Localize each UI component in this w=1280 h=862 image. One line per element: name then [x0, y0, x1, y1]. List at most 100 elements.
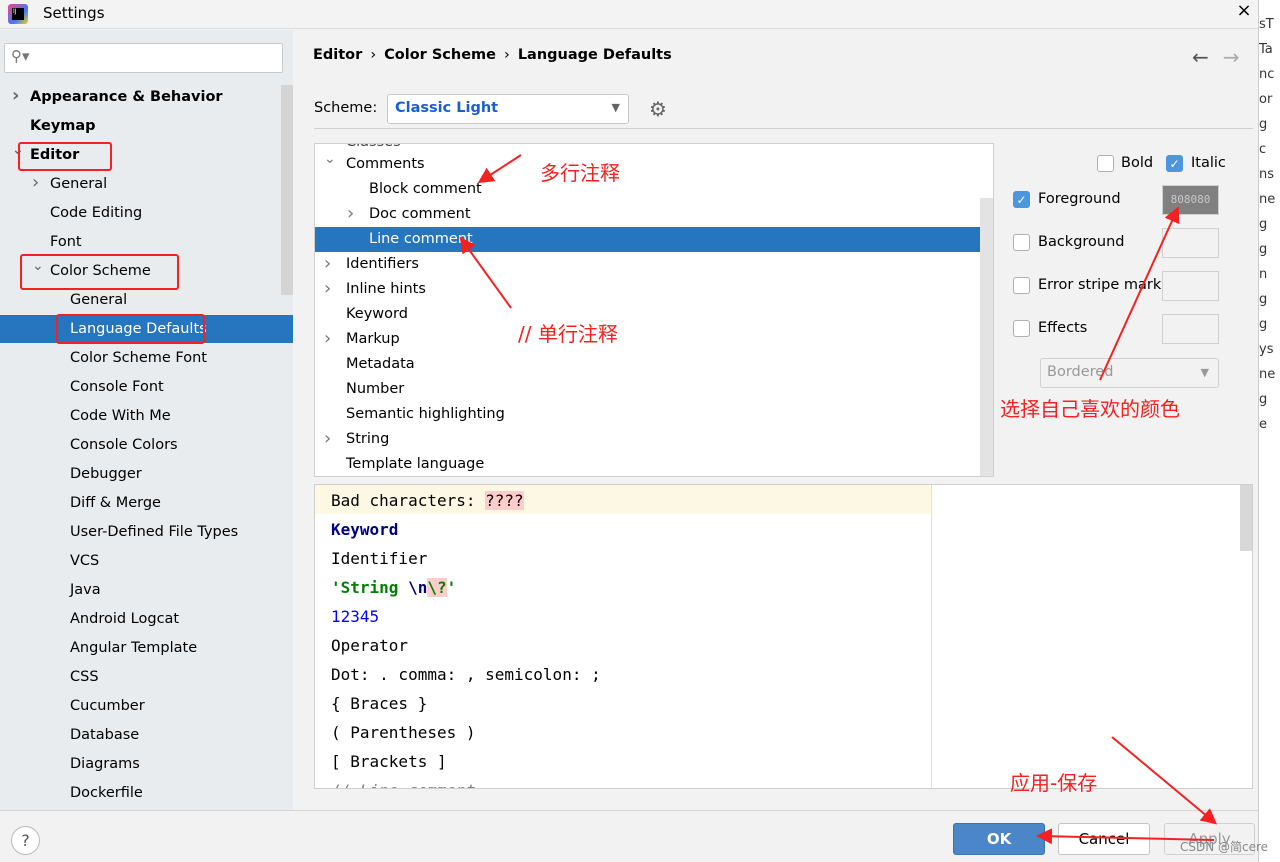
help-button[interactable]: ? — [11, 826, 40, 855]
sidebar-item-label: User-Defined File Types — [70, 524, 239, 540]
sidebar-item[interactable]: VCS — [0, 547, 293, 575]
chevron-right-icon[interactable]: › — [32, 169, 39, 197]
chevron-right-icon[interactable]: › — [324, 426, 331, 451]
sidebar-item[interactable]: Diff & Merge — [0, 489, 293, 517]
sidebar-item[interactable]: Database — [0, 721, 293, 749]
sidebar-item-label: Console Font — [70, 379, 164, 395]
tree-item[interactable]: Semantic highlighting — [315, 402, 980, 427]
tree-item[interactable]: › Inline hints — [315, 277, 980, 302]
tree-item[interactable]: ⌄ Comments — [315, 151, 980, 177]
tree-item[interactable]: › Markup — [315, 327, 980, 352]
effect-type-dropdown[interactable]: Bordered ▼ — [1040, 358, 1219, 388]
tree-item[interactable]: Number — [315, 377, 980, 402]
sidebar-item[interactable]: › General — [0, 170, 293, 198]
tree-item[interactable]: › String — [315, 427, 980, 452]
sidebar-item-label: Android Logcat — [70, 611, 180, 627]
forward-arrow-icon[interactable]: → — [1223, 45, 1240, 69]
string-text: 'String — [331, 578, 409, 597]
cancel-button[interactable]: Cancel — [1058, 823, 1150, 855]
sidebar-item[interactable]: Keymap — [0, 112, 293, 140]
preview-line-parentheses: ( Parentheses ) — [331, 723, 476, 742]
chevron-right-icon[interactable]: › — [12, 82, 19, 110]
close-icon[interactable]: × — [1232, 0, 1256, 21]
sidebar-item[interactable]: General — [0, 286, 293, 314]
divider — [314, 128, 1253, 129]
chevron-down-icon[interactable]: ⌄ — [12, 136, 24, 164]
sidebar-item[interactable]: User-Defined File Types — [0, 518, 293, 546]
error-stripe-label: Error stripe mark — [1038, 277, 1162, 293]
sidebar-item[interactable]: ⌄ Editor — [0, 141, 293, 169]
sidebar-item-label: Appearance & Behavior — [30, 89, 223, 105]
back-arrow-icon[interactable]: ← — [1192, 45, 1209, 69]
foreground-checkbox[interactable]: ✓ — [1013, 191, 1030, 208]
chevron-down-icon[interactable]: ⌄ — [32, 252, 44, 280]
preview-line-brackets: [ Brackets ] — [331, 752, 447, 771]
settings-sidebar: ⚲▾ › Appearance & Behavior Keymap ⌄ Editor › G… — [0, 30, 293, 810]
tree-item[interactable]: Block comment — [315, 177, 980, 202]
sidebar-item-label: Color Scheme Font — [70, 350, 207, 366]
sidebar-item[interactable]: Cucumber — [0, 692, 293, 720]
sidebar-item[interactable]: Language Defaults — [0, 315, 293, 343]
background-checkbox[interactable] — [1013, 234, 1030, 251]
sidebar-item[interactable]: Console Colors — [0, 431, 293, 459]
chevron-right-icon[interactable]: › — [324, 251, 331, 276]
gear-icon[interactable]: ⚙ — [649, 97, 667, 121]
foreground-color-swatch[interactable]: 808080 — [1162, 185, 1219, 215]
italic-label: Italic — [1191, 155, 1226, 171]
tree-item[interactable]: Line comment — [315, 227, 980, 252]
intellij-logo-icon: IJ — [8, 4, 28, 24]
sidebar-item[interactable]: Angular Template — [0, 634, 293, 662]
sidebar-item[interactable]: Code Editing — [0, 199, 293, 227]
search-input[interactable]: ⚲▾ — [4, 43, 283, 73]
preview-line-keyword: Keyword — [331, 520, 399, 539]
bold-checkbox[interactable] — [1097, 155, 1114, 172]
sidebar-item[interactable]: Debugger — [0, 460, 293, 488]
annotation-multiline-comment: 多行注释 — [540, 161, 620, 185]
chevron-right-icon[interactable]: › — [324, 276, 331, 301]
tree-item[interactable]: Keyword — [315, 302, 980, 327]
sidebar-item-label: Font — [50, 234, 82, 250]
preview-line-identifier: Identifier — [331, 549, 428, 568]
background-color-swatch[interactable] — [1162, 228, 1219, 258]
effects-color-swatch[interactable] — [1162, 314, 1219, 344]
effects-checkbox[interactable] — [1013, 320, 1030, 337]
sidebar-item[interactable]: Console Font — [0, 373, 293, 401]
sidebar-item[interactable]: Dockerfile — [0, 779, 293, 807]
sidebar-item-label: Code Editing — [50, 205, 143, 221]
breadcrumb: Editor › Color Scheme › Language Defaults — [313, 47, 672, 63]
sidebar-item[interactable]: Diagrams — [0, 750, 293, 778]
tree-item[interactable]: Template language — [315, 452, 980, 476]
tree-item[interactable]: Metadata — [315, 352, 980, 377]
chevron-down-icon[interactable]: ⌄ — [324, 147, 336, 172]
sidebar-item[interactable]: Font — [0, 228, 293, 256]
chevron-right-icon[interactable]: › — [324, 326, 331, 351]
chevron-right-icon[interactable]: › — [347, 201, 354, 226]
sidebar-item-label: Cucumber — [70, 698, 145, 714]
sidebar-item-label: VCS — [70, 553, 100, 569]
breadcrumb-color-scheme[interactable]: Color Scheme — [384, 47, 496, 63]
breadcrumb-editor[interactable]: Editor — [313, 47, 362, 63]
tree-scrollbar[interactable] — [980, 198, 993, 476]
sidebar-item-label: Keymap — [30, 118, 96, 134]
code-preview[interactable]: Bad characters: ???? Keyword Identifier … — [314, 484, 1253, 789]
chevron-down-icon: ▼ — [611, 101, 620, 114]
sidebar-item[interactable]: CSS — [0, 663, 293, 691]
tree-item[interactable]: › Doc comment — [315, 202, 980, 227]
error-stripe-checkbox[interactable] — [1013, 277, 1030, 294]
sidebar-item[interactable]: Code With Me — [0, 402, 293, 430]
preview-scrollbar[interactable] — [1240, 485, 1252, 551]
sidebar-item[interactable]: Java — [0, 576, 293, 604]
sidebar-item[interactable]: Color Scheme Font — [0, 344, 293, 372]
error-stripe-color-swatch[interactable] — [1162, 271, 1219, 301]
window-title: Settings — [43, 4, 105, 22]
tree-item[interactable]: › Identifiers — [315, 252, 980, 277]
annotation-single-comment: // 单行注释 — [518, 322, 618, 346]
sidebar-item[interactable]: › Appearance & Behavior — [0, 83, 293, 111]
italic-checkbox[interactable]: ✓ — [1166, 155, 1183, 172]
sidebar-item[interactable]: Android Logcat — [0, 605, 293, 633]
sidebar-item[interactable]: ⌄ Color Scheme — [0, 257, 293, 285]
tree-item-label: Metadata — [346, 356, 415, 372]
scheme-dropdown[interactable]: Classic Light ▼ — [387, 94, 629, 124]
ok-button[interactable]: OK — [953, 823, 1045, 855]
string-escape: \n — [408, 578, 428, 597]
